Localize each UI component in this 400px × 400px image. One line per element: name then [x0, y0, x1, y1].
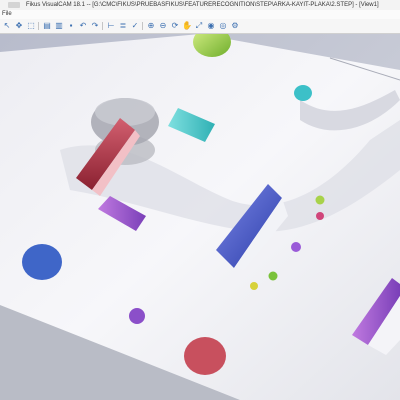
boss-top [95, 98, 155, 126]
save-icon[interactable]: ▪ [66, 21, 76, 31]
menu-item-file[interactable]: File [2, 10, 12, 19]
select-icon[interactable]: ⬚ [26, 21, 36, 31]
blue-hole [22, 244, 62, 280]
small-hole-green-2 [268, 271, 278, 281]
toolbar-separator [102, 22, 103, 30]
fit-view-icon[interactable]: ⤢ [194, 21, 204, 31]
menu-bar: File [0, 10, 400, 19]
main-toolbar: ↖ ✥ ⬚ ▤ ▥ ▪ ↶ ↷ ⊢ ≣ ✓ ⊕ ⊖ ⟳ ✋ ⤢ ◉ ◎ ⚙ [0, 19, 400, 34]
measure-icon[interactable]: ⊢ [106, 21, 116, 31]
small-hole-green-1 [315, 195, 325, 205]
part-3d-view[interactable] [0, 34, 400, 400]
check-icon[interactable]: ✓ [130, 21, 140, 31]
purple-hole [129, 308, 145, 324]
new-icon[interactable]: ▤ [42, 21, 52, 31]
small-hole-purple [291, 242, 301, 252]
zoom-out-icon[interactable]: ⊖ [158, 21, 168, 31]
window-title: Fikus VisualCAM 18.1 -- [G:\CMC\FIKUS\PR… [26, 2, 379, 8]
rotate-icon[interactable]: ⟳ [170, 21, 180, 31]
pointer-icon[interactable]: ↖ [2, 21, 12, 31]
feature-icon[interactable]: ⚙ [230, 21, 240, 31]
cyan-hole [294, 85, 312, 101]
app-icon [8, 2, 20, 8]
undo-icon[interactable]: ↶ [78, 21, 88, 31]
toolbar-separator [142, 22, 143, 30]
wireframe-icon[interactable]: ◎ [218, 21, 228, 31]
shaded-icon[interactable]: ◉ [206, 21, 216, 31]
toolbar-separator [38, 22, 39, 30]
open-icon[interactable]: ▥ [54, 21, 64, 31]
cad-viewport[interactable] [0, 34, 400, 400]
red-hole [184, 337, 226, 375]
small-hole-pink [316, 212, 324, 220]
zoom-in-icon[interactable]: ⊕ [146, 21, 156, 31]
redo-icon[interactable]: ↷ [90, 21, 100, 31]
move-icon[interactable]: ✥ [14, 21, 24, 31]
list-icon[interactable]: ≣ [118, 21, 128, 31]
small-hole-yellow [250, 282, 258, 290]
pan-icon[interactable]: ✋ [182, 21, 192, 31]
